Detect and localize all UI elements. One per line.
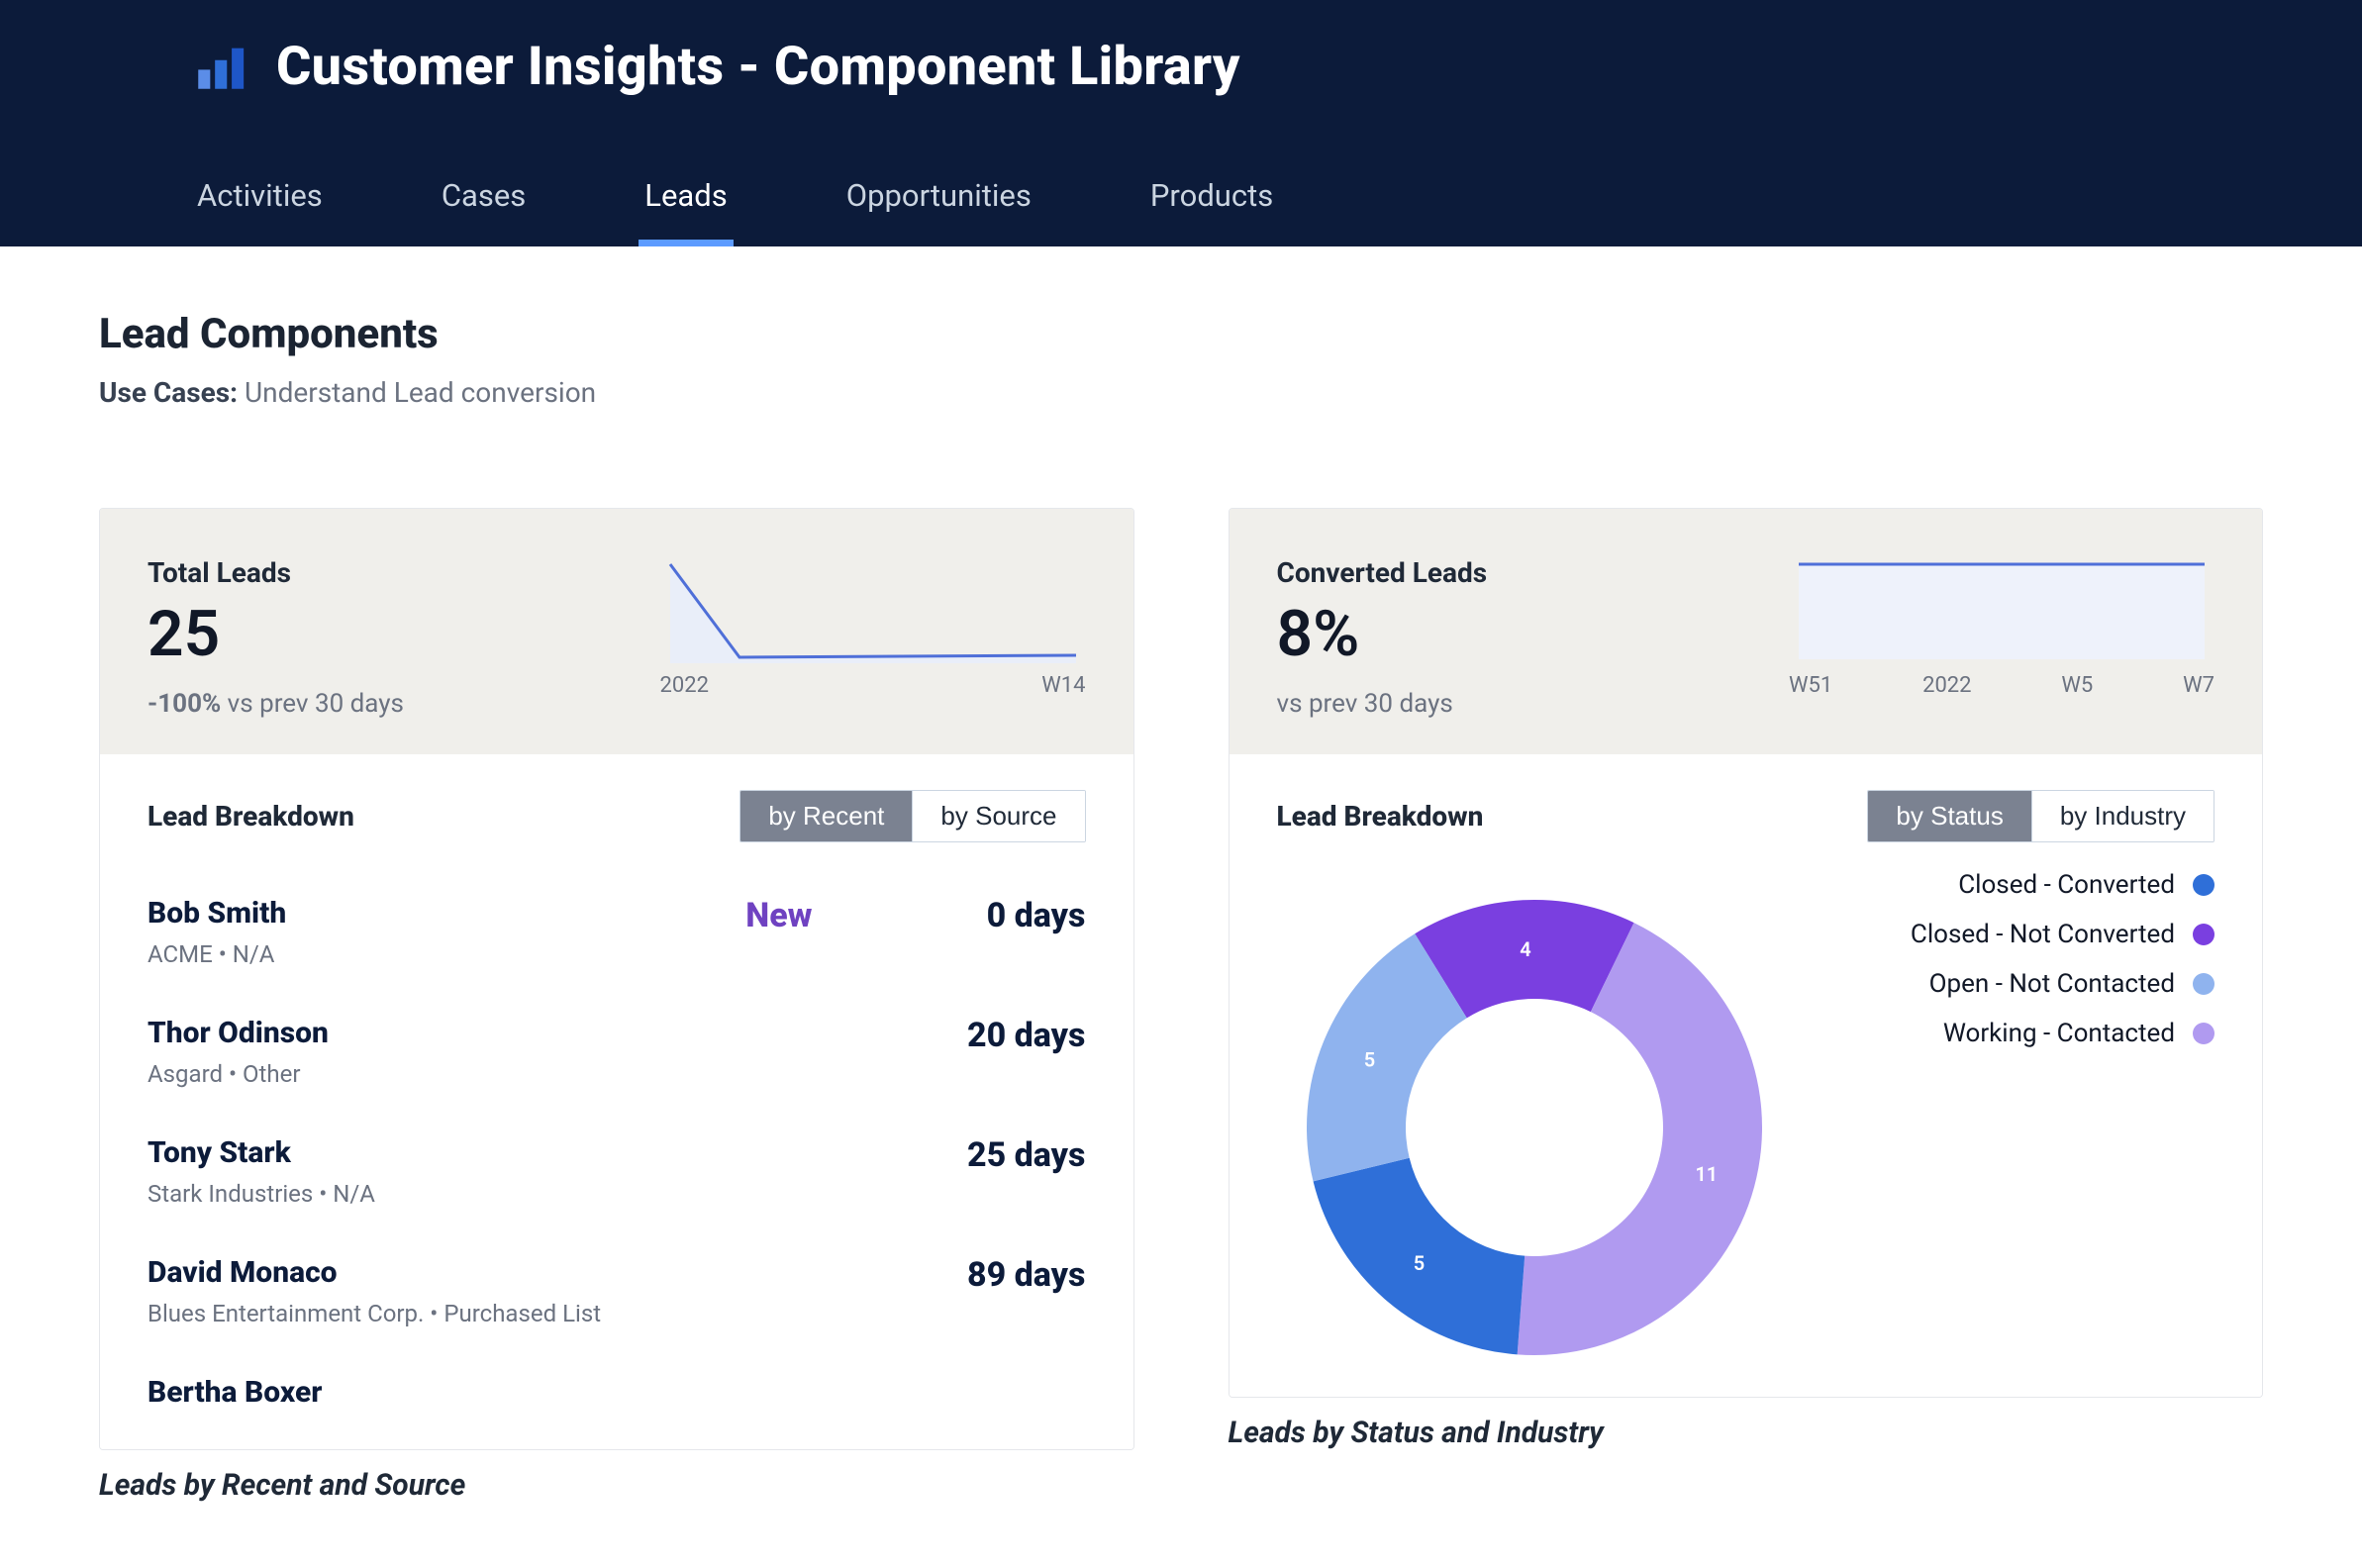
app-title: Customer Insights - Component Library: [276, 36, 1240, 98]
donut-slice-label: 5: [1363, 1048, 1374, 1072]
legend-item: Working - Contacted: [1819, 1019, 2214, 1048]
lead-days: 89 days: [908, 1255, 1086, 1295]
lead-days: 20 days: [908, 1016, 1086, 1055]
lead-meta: Blues Entertainment Corp. • Purchased Li…: [148, 1300, 601, 1327]
card-converted-leads-wrap: Converted Leads 8% vs prev 30 days: [1229, 508, 2264, 1503]
legend-label: Closed - Converted: [1958, 870, 2175, 900]
lead-days: 25 days: [908, 1135, 1086, 1175]
lead-name: Tony Stark: [148, 1135, 375, 1170]
metric-sub: -100% vs prev 30 days: [148, 689, 404, 719]
legend-label: Working - Contacted: [1943, 1019, 2175, 1048]
metric-sub: vs prev 30 days: [1277, 689, 1488, 719]
x-tick: W7: [2183, 673, 2214, 698]
left-caption: Leads by Recent and Source: [99, 1468, 1134, 1503]
right-caption: Leads by Status and Industry: [1229, 1416, 2264, 1450]
lead-item[interactable]: Tony Stark Stark Industries • N/A 25 days: [148, 1116, 1086, 1235]
page-subtitle: Use Cases: Understand Lead conversion: [99, 376, 2263, 409]
tab-leads[interactable]: Leads: [639, 175, 733, 246]
lead-item[interactable]: Thor Odinson Asgard • Other 20 days: [148, 996, 1086, 1116]
left-breakdown-title: Lead Breakdown: [148, 800, 354, 833]
sparkline-total-leads: 2022 W14: [660, 556, 1086, 719]
lead-meta: Stark Industries • N/A: [148, 1180, 375, 1208]
x-tick: W14: [1041, 673, 1085, 698]
x-tick: 2022: [1922, 673, 1971, 698]
metric-sub-text: vs prev 30 days: [1277, 689, 1453, 719]
tab-opportunities[interactable]: Opportunities: [840, 175, 1037, 246]
lead-item[interactable]: David Monaco Blues Entertainment Corp. • …: [148, 1235, 1086, 1355]
seg-left-by-source[interactable]: by Source: [912, 791, 1084, 841]
donut-slice-label: 11: [1695, 1162, 1718, 1186]
legend-dot: [2193, 874, 2214, 896]
card-total-leads: Total Leads 25 -100% vs prev 30 days: [99, 508, 1134, 1450]
use-cases-value: Understand Lead conversion: [245, 376, 596, 409]
lead-item[interactable]: Bob Smith ACME • N/A New 0 days: [148, 876, 1086, 996]
seg-left-by-recent[interactable]: by Recent: [740, 791, 912, 841]
tab-products[interactable]: Products: [1144, 175, 1279, 246]
legend-dot: [2193, 1023, 2214, 1044]
right-breakdown-title: Lead Breakdown: [1277, 800, 1484, 833]
metric-title: Converted Leads: [1277, 556, 1488, 589]
legend-label: Closed - Not Converted: [1911, 920, 2175, 949]
donut-slice-label: 5: [1413, 1251, 1424, 1275]
legend-item: Closed - Not Converted: [1819, 920, 2214, 949]
legend-item: Closed - Converted: [1819, 870, 2214, 900]
lead-name: Bertha Boxer: [148, 1375, 322, 1410]
lead-list: Bob Smith ACME • N/A New 0 days Thor Odinson…: [148, 876, 1086, 1437]
metric-converted-leads: Converted Leads 8% vs prev 30 days: [1277, 556, 1488, 719]
donut-chart: 4 11 5 5: [1277, 870, 1792, 1385]
tab-activities[interactable]: Activities: [191, 175, 329, 246]
logo-icon: [191, 39, 248, 96]
legend-label: Open - Not Contacted: [1929, 969, 2175, 999]
card-total-leads-wrap: Total Leads 25 -100% vs prev 30 days: [99, 508, 1134, 1503]
metric-sub-text: vs prev 30 days: [228, 689, 404, 719]
donut-slice-label: 4: [1520, 937, 1530, 961]
legend-dot: [2193, 973, 2214, 995]
use-cases-label: Use Cases:: [99, 376, 238, 409]
app-header: Customer Insights - Component Library Ac…: [0, 0, 2362, 246]
top-tabs: Activities Cases Leads Opportunities Product…: [191, 175, 2171, 246]
legend-item: Open - Not Contacted: [1819, 969, 2214, 999]
lead-name: David Monaco: [148, 1255, 601, 1290]
lead-meta: Asgard • Other: [148, 1060, 329, 1088]
x-tick: W51: [1789, 673, 1832, 698]
tab-cases[interactable]: Cases: [436, 175, 532, 246]
metric-delta: -100%: [148, 689, 221, 719]
metric-value: 25: [148, 597, 404, 671]
lead-name: Bob Smith: [148, 896, 286, 931]
page-title: Lead Components: [99, 310, 2263, 358]
card-converted-leads: Converted Leads 8% vs prev 30 days: [1229, 508, 2264, 1398]
lead-item[interactable]: Bertha Boxer: [148, 1355, 1086, 1437]
lead-status: New: [724, 896, 813, 935]
lead-days: 0 days: [908, 896, 1086, 935]
metric-title: Total Leads: [148, 556, 404, 589]
lead-name: Thor Odinson: [148, 1016, 329, 1050]
x-tick: 2022: [660, 673, 709, 698]
seg-right-by-status[interactable]: by Status: [1868, 791, 2030, 841]
seg-right-by-industry[interactable]: by Industry: [2031, 791, 2214, 841]
metric-total-leads: Total Leads 25 -100% vs prev 30 days: [148, 556, 404, 719]
metric-value: 8%: [1277, 597, 1488, 671]
donut-legend: Closed - Converted Closed - Not Converted…: [1819, 870, 2214, 1048]
x-tick: W5: [2061, 673, 2093, 698]
lead-meta: ACME • N/A: [148, 940, 286, 968]
segmented-left: by Recentby Source: [739, 790, 1085, 842]
sparkline-converted-leads: W51 2022 W5 W7: [1789, 556, 2214, 719]
legend-dot: [2193, 924, 2214, 945]
segmented-right: by Statusby Industry: [1867, 790, 2214, 842]
